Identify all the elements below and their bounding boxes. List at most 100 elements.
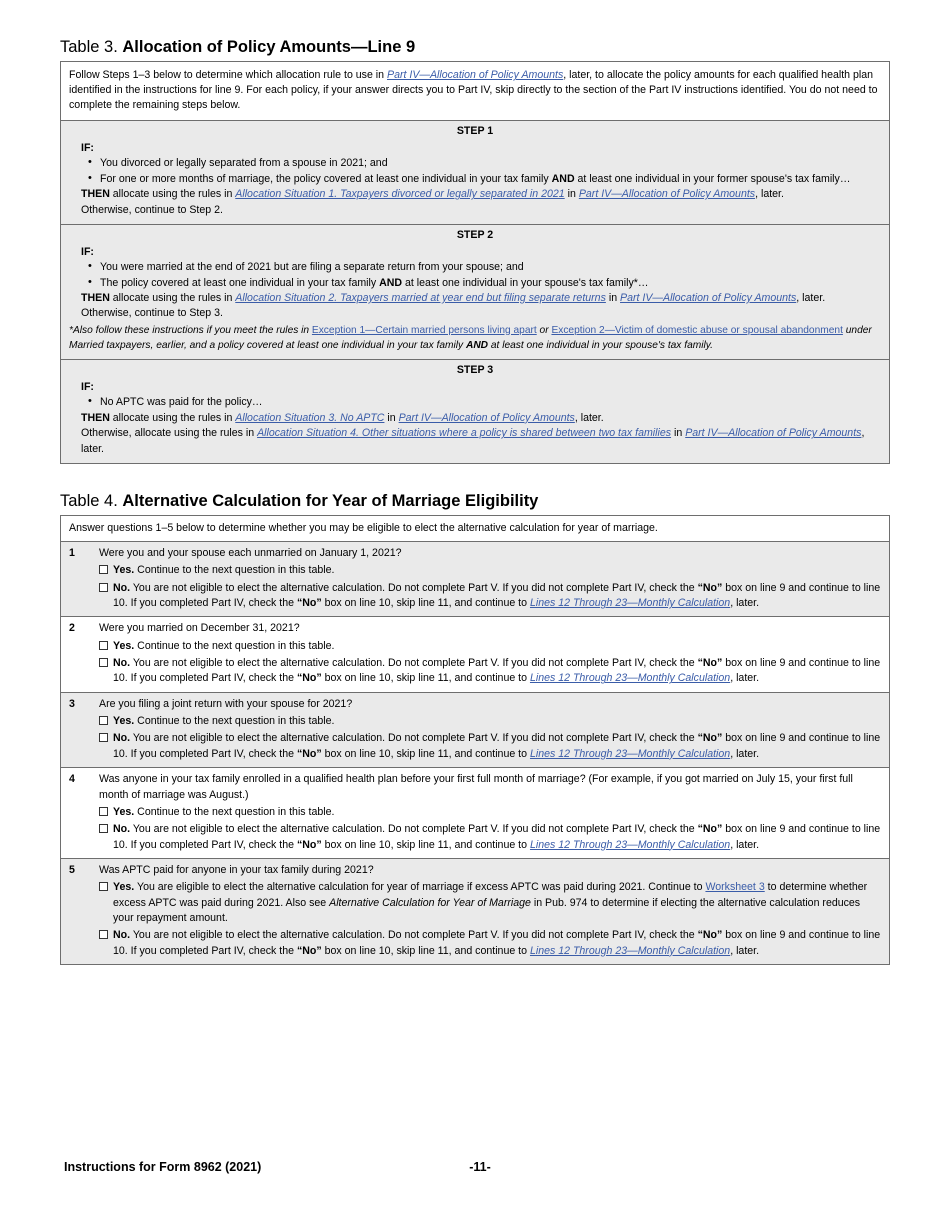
document-page: Table 3. Allocation of Policy Amounts—Li… xyxy=(0,0,950,1230)
step1-bullet-2-post: at least one individual in your former s… xyxy=(574,172,851,185)
link-part-iv-allocation[interactable]: Part IV—Allocation of Policy Amounts xyxy=(387,69,563,81)
step1-then-mid: in xyxy=(564,188,579,201)
answer-no-quote-1: “No” xyxy=(697,657,723,670)
step3-otherwise: Otherwise, allocate using the rules in A… xyxy=(69,426,881,457)
step1-bullet-1: You divorced or legally separated from a… xyxy=(88,155,881,171)
answer-yes[interactable]: Yes. Continue to the next question in th… xyxy=(99,714,881,729)
answer-no-quote-2: “No” xyxy=(296,944,322,957)
link-part-iv-allocation-step3b[interactable]: Part IV—Allocation of Policy Amounts xyxy=(685,427,861,439)
link-lines-12-through-23[interactable]: Lines 12 Through 23—Monthly Calculation xyxy=(530,945,730,957)
link-lines-12-through-23[interactable]: Lines 12 Through 23—Monthly Calculation xyxy=(530,839,730,851)
link-worksheet-3[interactable]: Worksheet 3 xyxy=(705,881,764,893)
link-allocation-situation-4[interactable]: Allocation Situation 4. Other situations… xyxy=(257,427,671,439)
link-lines-12-through-23[interactable]: Lines 12 Through 23—Monthly Calculation xyxy=(530,597,730,609)
row-body: Were you married on December 31, 2021? Y… xyxy=(99,621,881,686)
link-part-iv-allocation-step3[interactable]: Part IV—Allocation of Policy Amounts xyxy=(399,412,575,424)
step3-otherwise-mid: in xyxy=(671,427,686,440)
answer-no-text-d: , later. xyxy=(730,747,760,760)
link-allocation-situation-1[interactable]: Allocation Situation 1. Taxpayers divorc… xyxy=(235,188,564,200)
answer-no-quote-2: “No” xyxy=(296,596,322,609)
step2-then: THEN allocate using the rules in Allocat… xyxy=(69,291,881,306)
answer-no-text-c: box on line 10, skip line 11, and contin… xyxy=(321,672,530,685)
row-number: 5 xyxy=(69,863,75,876)
step3-otherwise-pre: Otherwise, allocate using the rules in xyxy=(81,427,258,440)
page-footer: Instructions for Form 8962 (2021) -11- xyxy=(60,1160,890,1182)
answer-no-text-a: You are not eligible to elect the altern… xyxy=(130,657,698,670)
checkbox-yes-icon[interactable] xyxy=(99,640,108,650)
step3-then-pre: allocate using the rules in xyxy=(109,411,236,424)
step2-footnote-mid: or xyxy=(536,324,552,336)
answer-no[interactable]: No. You are not eligible to elect the al… xyxy=(99,731,881,762)
checkbox-no-icon[interactable] xyxy=(99,733,108,743)
table3-caption-label: Table 3. xyxy=(60,38,118,56)
step1-then-post: , later. xyxy=(755,188,784,201)
question-text: Were you and your spouse each unmarried … xyxy=(99,546,402,559)
table3-step-2: STEP 2 IF: You were married at the end o… xyxy=(61,224,889,361)
checkbox-yes-icon[interactable] xyxy=(99,716,108,726)
step1-otherwise: Otherwise, continue to Step 2. xyxy=(81,203,223,216)
step3-if-label: IF: xyxy=(81,381,94,394)
step2-footnote-and: AND xyxy=(465,339,489,351)
answer-yes[interactable]: Yes. Continue to the next question in th… xyxy=(99,639,881,654)
link-exception-2[interactable]: Exception 2—Victim of domestic abuse or … xyxy=(551,325,842,336)
link-lines-12-through-23[interactable]: Lines 12 Through 23—Monthly Calculation xyxy=(530,672,730,684)
step2-bullet-2-and: AND xyxy=(379,276,403,289)
table4: Answer questions 1–5 below to determine … xyxy=(60,515,890,966)
link-part-iv-allocation-step2[interactable]: Part IV—Allocation of Policy Amounts xyxy=(620,292,796,304)
answer-yes-text: Continue to the next question in this ta… xyxy=(134,805,335,818)
step3-heading: STEP 3 xyxy=(456,364,494,377)
checkbox-yes-icon[interactable] xyxy=(99,806,108,816)
answer-no[interactable]: No. You are not eligible to elect the al… xyxy=(99,822,881,853)
table3: Follow Steps 1–3 below to determine whic… xyxy=(60,61,890,464)
link-allocation-situation-3[interactable]: Allocation Situation 3. No APTC xyxy=(235,412,384,424)
answer-no-text-c: box on line 10, skip line 11, and contin… xyxy=(321,596,530,609)
answer-yes[interactable]: Yes. Continue to the next question in th… xyxy=(99,805,881,820)
question-text: Are you filing a joint return with your … xyxy=(99,697,353,710)
answer-yes[interactable]: Yes. Continue to the next question in th… xyxy=(99,563,881,578)
checkbox-yes-icon[interactable] xyxy=(99,882,108,892)
row-number: 2 xyxy=(69,622,75,635)
step2-footnote-earlier: earlier xyxy=(156,339,184,351)
step3-then-label: THEN xyxy=(81,411,110,424)
checkbox-yes-icon[interactable] xyxy=(99,565,108,575)
answer-no-label: No. xyxy=(113,823,131,836)
row-body: Was APTC paid for anyone in your tax fam… xyxy=(99,863,881,959)
row-number: 3 xyxy=(69,697,75,710)
answer-no-label: No. xyxy=(113,657,131,670)
step1-heading: STEP 1 xyxy=(456,125,494,138)
step1-if-label: IF: xyxy=(81,142,94,155)
link-lines-12-through-23[interactable]: Lines 12 Through 23—Monthly Calculation xyxy=(530,748,730,760)
step1-then: THEN allocate using the rules in Allocat… xyxy=(69,187,881,202)
link-allocation-situation-2[interactable]: Allocation Situation 2. Taxpayers marrie… xyxy=(235,292,606,304)
answer-no[interactable]: No. You are not eligible to elect the al… xyxy=(99,928,881,959)
answer-yes-text-a: You are eligible to elect the alternativ… xyxy=(134,881,706,894)
step2-footnote-pre: *Also follow these instructions if you m… xyxy=(69,324,312,336)
question-text: Was APTC paid for anyone in your tax fam… xyxy=(99,863,374,876)
answer-yes-label: Yes. xyxy=(113,881,135,894)
answer-no-quote-1: “No” xyxy=(697,581,723,594)
step3-then-mid: in xyxy=(384,411,399,424)
table4-caption-title: Alternative Calculation for Year of Marr… xyxy=(122,491,539,510)
checkbox-no-icon[interactable] xyxy=(99,930,108,940)
answer-no-text-d: , later. xyxy=(730,596,760,609)
answer-no-label: No. xyxy=(113,581,131,594)
checkbox-no-icon[interactable] xyxy=(99,824,108,834)
answer-no[interactable]: No. You are not eligible to elect the al… xyxy=(99,581,881,612)
answer-no-quote-2: “No” xyxy=(296,747,322,760)
answer-no-text-a: You are not eligible to elect the altern… xyxy=(130,581,698,594)
table3-intro: Follow Steps 1–3 below to determine whic… xyxy=(61,62,889,122)
answer-no-quote-2: “No” xyxy=(296,672,322,685)
table-row: 1 Were you and your spouse each unmarrie… xyxy=(61,541,889,618)
answer-yes-label: Yes. xyxy=(113,564,135,577)
link-exception-1[interactable]: Exception 1—Certain married persons livi… xyxy=(312,325,537,336)
answer-no-text-a: You are not eligible to elect the altern… xyxy=(130,929,698,942)
row-body: Are you filing a joint return with your … xyxy=(99,697,881,762)
answer-yes[interactable]: Yes. You are eligible to elect the alter… xyxy=(99,880,881,926)
answer-no[interactable]: No. You are not eligible to elect the al… xyxy=(99,656,881,687)
link-part-iv-allocation-step1[interactable]: Part IV—Allocation of Policy Amounts xyxy=(579,188,755,200)
step2-bullet-2-pre: The policy covered at least one individu… xyxy=(100,276,380,289)
checkbox-no-icon[interactable] xyxy=(99,658,108,668)
checkbox-no-icon[interactable] xyxy=(99,582,108,592)
answer-yes-text: Continue to the next question in this ta… xyxy=(134,639,335,652)
step3-then: THEN allocate using the rules in Allocat… xyxy=(69,411,881,426)
